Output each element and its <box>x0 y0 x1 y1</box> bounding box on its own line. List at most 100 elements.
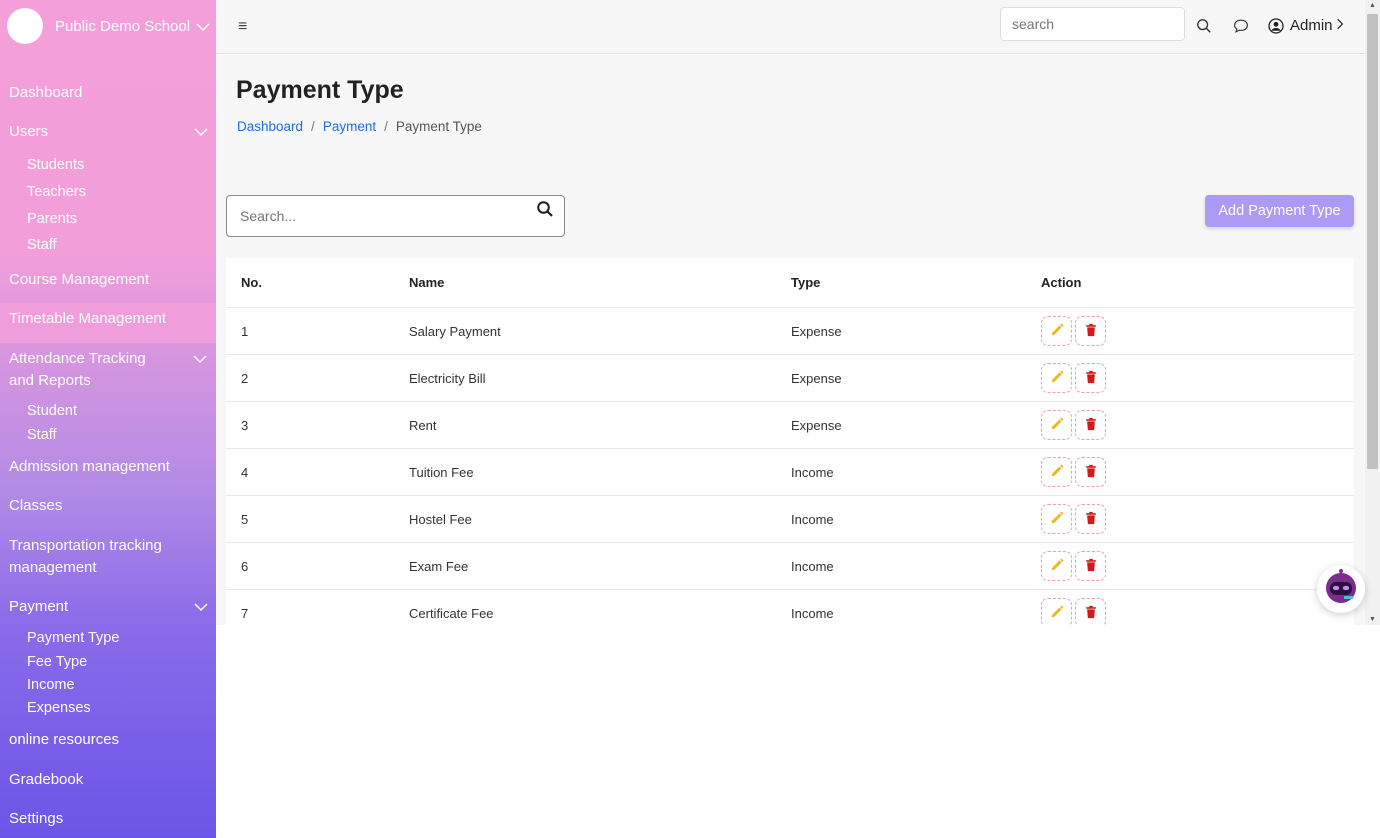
sidebar-item-dashboard[interactable]: Dashboard <box>9 82 206 104</box>
sidebar-subitem-staff[interactable]: Staff <box>27 235 57 255</box>
row-number: 3 <box>241 417 249 433</box>
table-row: 3 Rent Expense <box>226 402 1354 449</box>
main-content: Payment Type Dashboard / Payment / Payme… <box>216 55 1365 625</box>
scroll-down-arrow-icon[interactable]: ▼ <box>1369 616 1376 623</box>
sidebar-item-label: Gradebook <box>9 771 84 788</box>
row-name: Certificate Fee <box>409 605 494 621</box>
sidebar-subitem-students[interactable]: Students <box>27 155 84 175</box>
sidebar-subitem-expenses[interactable]: Expenses <box>27 698 91 718</box>
row-number: 4 <box>241 464 249 480</box>
sidebar-subitem-fee-type[interactable]: Fee Type <box>27 652 87 672</box>
payment-type-table: No. Name Type Action 1 Salary Payment Expe… <box>226 258 1354 625</box>
breadcrumb-current: Payment Type <box>395 119 482 134</box>
school-switcher[interactable]: Public Demo School <box>7 6 210 46</box>
global-search-input[interactable] <box>1000 7 1185 41</box>
row-number: 5 <box>241 511 249 527</box>
delete-button[interactable] <box>1075 504 1106 534</box>
edit-button[interactable] <box>1041 457 1072 487</box>
user-name: Admin <box>1290 17 1333 34</box>
chevron-right-icon <box>1336 17 1344 34</box>
row-name: Electricity Bill <box>409 370 486 386</box>
column-header-no: No. <box>241 275 262 290</box>
column-header-type: Type <box>791 275 821 290</box>
sidebar-item-attendance[interactable]: Attendance Tracking and Reports <box>9 348 189 392</box>
edit-button[interactable] <box>1041 363 1072 393</box>
sidebar-item-transportation[interactable]: Transportation tracking management <box>9 535 179 579</box>
sidebar-item-admission[interactable]: Admission management <box>9 456 206 478</box>
user-circle-icon <box>1268 17 1284 34</box>
edit-button[interactable] <box>1041 504 1072 534</box>
row-name: Exam Fee <box>409 558 469 574</box>
chevron-down-icon <box>196 20 210 32</box>
sidebar-subitem-student[interactable]: Student <box>27 401 77 421</box>
column-header-action: Action <box>1041 275 1082 290</box>
search-icon[interactable] <box>1196 18 1214 36</box>
sidebar-item-course-management[interactable]: Course Management <box>9 269 206 291</box>
sidebar-item-online-resources[interactable]: online resources <box>9 729 206 751</box>
row-type: Income <box>791 605 834 621</box>
row-type: Income <box>791 511 834 527</box>
school-name: Public Demo School <box>55 17 191 35</box>
table-row: 4 Tuition Fee Income <box>226 449 1354 496</box>
trash-icon <box>1084 417 1098 434</box>
row-type: Income <box>791 464 834 480</box>
trash-icon <box>1084 370 1098 387</box>
sidebar-subitem-income[interactable]: Income <box>27 675 75 695</box>
breadcrumb-separator: / <box>384 119 388 134</box>
delete-button[interactable] <box>1075 363 1106 393</box>
table-row: 6 Exam Fee Income <box>226 543 1354 590</box>
row-actions <box>1041 590 1106 625</box>
breadcrumb-separator: / <box>311 119 315 134</box>
assistant-bot-button[interactable] <box>1317 565 1365 613</box>
chat-icon[interactable] <box>1233 18 1251 36</box>
delete-button[interactable] <box>1075 598 1106 625</box>
sidebar-item-label: online resources <box>9 731 120 748</box>
edit-button[interactable] <box>1041 598 1072 625</box>
sidebar-item-timetable[interactable]: Timetable Management <box>9 308 206 330</box>
scroll-up-arrow-icon[interactable]: ▲ <box>1369 2 1376 9</box>
sidebar-subitem-payment-type[interactable]: Payment Type <box>27 628 119 648</box>
sidebar-item-classes[interactable]: Classes <box>9 495 206 517</box>
delete-button[interactable] <box>1075 410 1106 440</box>
sidebar-item-label: Timetable Management <box>9 310 167 327</box>
sidebar-subitem-staff-attendance[interactable]: Staff <box>27 425 57 445</box>
sidebar-item-settings[interactable]: Settings <box>9 808 206 830</box>
delete-button[interactable] <box>1075 457 1106 487</box>
row-type: Income <box>791 558 834 574</box>
sidebar-item-users[interactable]: Users <box>9 121 208 143</box>
sidebar-item-label: Classes <box>9 497 63 514</box>
sidebar-subitem-teachers[interactable]: Teachers <box>27 182 86 202</box>
pencil-icon <box>1050 417 1064 434</box>
edit-button[interactable] <box>1041 410 1072 440</box>
sidebar-subitem-parents[interactable]: Parents <box>27 209 77 229</box>
edit-button[interactable] <box>1041 551 1072 581</box>
breadcrumb-dashboard[interactable]: Dashboard <box>237 119 303 134</box>
sidebar-item-label: Attendance Tracking and Reports <box>9 350 146 389</box>
sidebar-item-label: Payment <box>9 598 69 615</box>
scrollbar-thumb[interactable] <box>1367 14 1378 469</box>
robot-icon <box>1321 567 1361 612</box>
add-payment-type-button[interactable]: Add Payment Type <box>1205 195 1354 227</box>
breadcrumb: Dashboard / Payment / Payment Type <box>237 119 482 134</box>
pencil-icon <box>1050 464 1064 481</box>
menu-toggle-icon[interactable]: ≡ <box>238 18 247 36</box>
pencil-icon <box>1050 605 1064 622</box>
vertical-scrollbar[interactable]: ▲ ▼ <box>1365 0 1380 625</box>
pencil-icon <box>1050 323 1064 340</box>
breadcrumb-payment[interactable]: Payment <box>323 119 376 134</box>
edit-button[interactable] <box>1041 316 1072 346</box>
sidebar-item-gradebook[interactable]: Gradebook <box>9 769 206 791</box>
row-actions <box>1041 402 1106 448</box>
search-icon[interactable] <box>536 200 554 218</box>
delete-button[interactable] <box>1075 316 1106 346</box>
table-row: 1 Salary Payment Expense <box>226 308 1354 355</box>
row-number: 2 <box>241 370 249 386</box>
row-number: 6 <box>241 558 249 574</box>
table-search-input[interactable] <box>240 197 520 235</box>
delete-button[interactable] <box>1075 551 1106 581</box>
row-name: Hostel Fee <box>409 511 472 527</box>
sidebar-item-payment[interactable]: Payment <box>9 596 208 618</box>
user-menu[interactable]: Admin <box>1268 17 1344 34</box>
sidebar-item-label: Course Management <box>9 271 150 288</box>
trash-icon <box>1084 511 1098 528</box>
